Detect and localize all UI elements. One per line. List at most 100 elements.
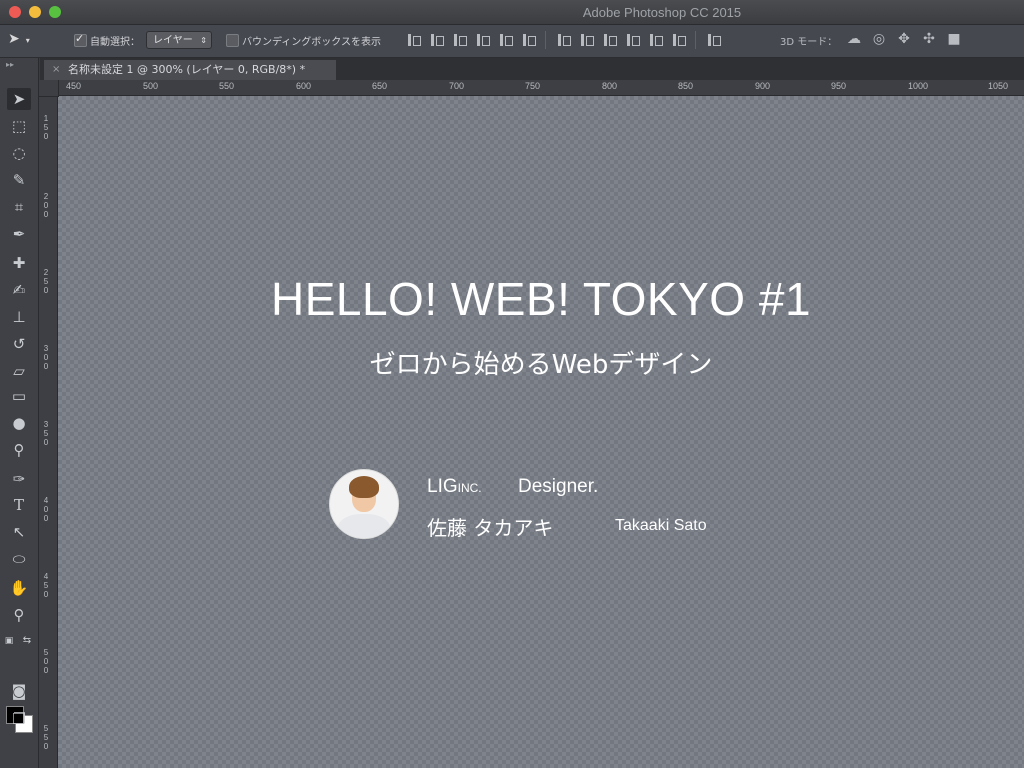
company-text-layer[interactable]: LIGINC. — [427, 476, 482, 498]
ruler-tick: 550 — [43, 724, 49, 751]
tools-panel: ▸▸ ➤ ⬚ ◌ ✎ ⌗ ✒ ✚ ✍ ⊥ ↺ ▱ ▭ ● ⚲ ✑ T ↖ ⬭ ✋… — [0, 58, 39, 768]
move-tool-icon[interactable]: ➤ — [7, 88, 31, 110]
ruler-tick: 200 — [43, 192, 49, 219]
screen-mode-icon[interactable]: ❐ — [7, 708, 31, 730]
name-en-text-layer[interactable]: Takaaki Sato — [615, 517, 707, 535]
vertical-ruler[interactable]: 150 200 250 300 350 400 450 500 550 — [39, 80, 58, 768]
updown-arrow-icon: ⇕ — [200, 36, 207, 45]
eyedropper-tool-icon[interactable]: ✒ — [7, 223, 31, 245]
bounding-box-label: バウンディングボックスを表示 — [242, 37, 381, 48]
gradient-tool-icon[interactable]: ▭ — [7, 385, 31, 407]
ruler-tick: 350 — [43, 420, 49, 447]
type-tool-icon[interactable]: T — [7, 494, 31, 516]
document-tab-strip: × 名称未設定 1 @ 300% (レイヤー 0, RGB/8*) * — [40, 58, 1024, 80]
ruler-tick: 900 — [755, 81, 771, 91]
horizontal-ruler[interactable]: 450 500 550 600 650 700 750 800 850 900 … — [58, 80, 1024, 96]
title-bar: Adobe Photoshop CC 2015 — [0, 0, 1024, 25]
slide-3d-icon[interactable]: ✣ — [921, 31, 937, 47]
align-right-icon[interactable] — [519, 31, 537, 49]
ruler-tick: 650 — [372, 81, 388, 91]
separator — [545, 31, 546, 49]
healing-brush-tool-icon[interactable]: ✚ — [7, 252, 31, 274]
pan-3d-icon[interactable]: ✥ — [896, 31, 912, 47]
eraser-tool-icon[interactable]: ▱ — [7, 360, 31, 382]
brush-tool-icon[interactable]: ✍ — [7, 279, 31, 301]
mode-3d-tools: ☁ ◎ ✥ ✣ ■ — [846, 31, 962, 47]
ellipse-tool-icon[interactable]: ⬭ — [7, 548, 31, 570]
hand-tool-icon[interactable]: ✋ — [7, 577, 31, 599]
path-select-tool-icon[interactable]: ↖ — [7, 521, 31, 543]
ruler-tick: 550 — [219, 81, 235, 91]
document-tab[interactable]: × 名称未設定 1 @ 300% (レイヤー 0, RGB/8*) * — [44, 60, 336, 80]
ruler-tick: 450 — [66, 81, 82, 91]
ruler-tick: 1000 — [908, 81, 929, 91]
chevron-down-icon: ▾ — [25, 36, 30, 45]
name-jp-text-layer[interactable]: 佐藤 タカアキ — [427, 512, 553, 541]
ruler-tick: 850 — [678, 81, 694, 91]
distribute-top-icon[interactable] — [554, 31, 572, 49]
mode-3d-label: 3D モード： — [780, 37, 838, 48]
headline-text-layer[interactable]: HELLO! WEB! TOKYO #1 — [58, 272, 1024, 326]
avatar[interactable] — [329, 469, 399, 539]
document-tab-title: 名称未設定 1 @ 300% (レイヤー 0, RGB/8*) * — [68, 63, 306, 76]
ruler-origin[interactable] — [39, 80, 59, 97]
role-text-layer[interactable]: Designer. — [518, 476, 598, 498]
avatar-body — [338, 514, 390, 538]
move-tool-preset-picker[interactable]: ➤ ▾ — [8, 31, 48, 51]
quick-mask-icon[interactable]: ◙ — [7, 680, 31, 702]
dodge-tool-icon[interactable]: ⚲ — [7, 439, 31, 461]
lasso-tool-icon[interactable]: ◌ — [7, 142, 31, 164]
distribute-hcenter-icon[interactable] — [646, 31, 664, 49]
video-camera-icon[interactable]: ■ — [946, 31, 962, 47]
ruler-tick: 950 — [831, 81, 847, 91]
ruler-tick: 300 — [43, 344, 49, 371]
auto-select-target-value: レイヤー — [153, 35, 193, 46]
separator — [695, 31, 696, 49]
history-brush-tool-icon[interactable]: ↺ — [7, 333, 31, 355]
blur-tool-icon[interactable]: ● — [7, 412, 31, 434]
default-colors-icon[interactable]: ▣ — [2, 630, 16, 652]
app-title: Adobe Photoshop CC 2015 — [582, 5, 742, 20]
bounding-box-checkbox[interactable] — [226, 34, 239, 47]
document-canvas[interactable]: HELLO! WEB! TOKYO #1 ゼロから始めるWebデザイン LIGI… — [58, 96, 1024, 768]
distribute-bottom-icon[interactable] — [600, 31, 618, 49]
align-left-icon[interactable] — [473, 31, 491, 49]
subline-text-layer[interactable]: ゼロから始めるWebデザイン — [58, 344, 1024, 381]
clone-stamp-tool-icon[interactable]: ⊥ — [7, 306, 31, 328]
ruler-tick: 500 — [143, 81, 159, 91]
marquee-tool-icon[interactable]: ⬚ — [7, 115, 31, 137]
panel-collapse-icon[interactable]: ▸▸ — [6, 60, 14, 69]
ruler-tick: 150 — [43, 114, 49, 141]
ruler-tick: 800 — [602, 81, 618, 91]
auto-select-checkbox[interactable] — [74, 32, 87, 47]
ruler-tick: 700 — [449, 81, 465, 91]
ruler-tick: 450 — [43, 572, 49, 599]
orbit-3d-icon[interactable]: ☁ — [846, 31, 862, 47]
close-tab-icon[interactable]: × — [52, 60, 60, 80]
quick-select-tool-icon[interactable]: ✎ — [7, 169, 31, 191]
align-vcenter-icon[interactable] — [427, 31, 445, 49]
align-bottom-icon[interactable] — [450, 31, 468, 49]
ruler-tick: 400 — [43, 496, 49, 523]
avatar-hair — [349, 476, 379, 498]
options-bar: ➤▾ 自動選択： レイヤー ⇕ バウンディングボックスを表示 3D モード： ☁… — [0, 25, 1024, 58]
company-suffix: INC. — [457, 481, 482, 495]
distribute-right-icon[interactable] — [669, 31, 687, 49]
swap-colors-icon[interactable]: ⇆ — [20, 630, 34, 652]
ruler-tick: 600 — [296, 81, 312, 91]
auto-select-target-dropdown[interactable]: レイヤー ⇕ — [146, 31, 212, 49]
zoom-tool-icon[interactable]: ⚲ — [7, 604, 31, 626]
auto-select-label: 自動選択： — [90, 37, 140, 48]
company-name: LIG — [427, 476, 458, 497]
pen-tool-icon[interactable]: ✑ — [7, 468, 31, 490]
align-hcenter-icon[interactable] — [496, 31, 514, 49]
crop-tool-icon[interactable]: ⌗ — [7, 196, 31, 218]
ruler-tick: 250 — [43, 268, 49, 295]
ruler-tick: 1050 — [988, 81, 1009, 91]
distribute-left-icon[interactable] — [623, 31, 641, 49]
roll-3d-icon[interactable]: ◎ — [871, 31, 887, 47]
align-distribute-group — [404, 31, 722, 51]
distribute-vcenter-icon[interactable] — [577, 31, 595, 49]
align-top-icon[interactable] — [404, 31, 422, 49]
auto-align-icon[interactable] — [704, 31, 722, 49]
